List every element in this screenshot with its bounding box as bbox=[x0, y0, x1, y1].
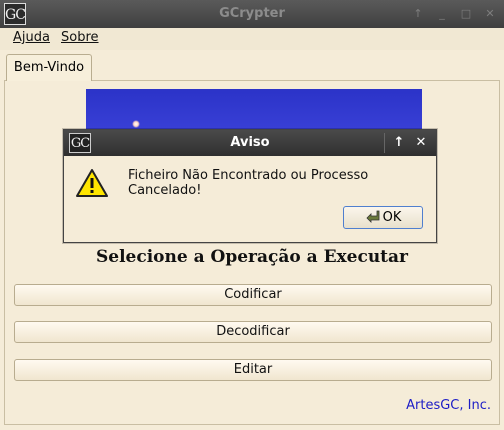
warning-dialog: GC Aviso ↑ ✕ Ficheiro Não Encontrado ou … bbox=[63, 129, 437, 243]
ok-button[interactable]: OK bbox=[343, 206, 423, 229]
dialog-keep-above-button[interactable]: ↑ bbox=[391, 134, 407, 152]
warning-icon bbox=[76, 169, 108, 197]
close-button[interactable]: ✕ bbox=[484, 6, 496, 22]
maximize-button[interactable]: □ bbox=[460, 6, 472, 22]
dialog-message: Ficheiro Não Encontrado ou Processo Canc… bbox=[128, 168, 369, 198]
menu-sobre[interactable]: Sobre bbox=[61, 30, 99, 45]
enter-arrow-icon bbox=[366, 210, 380, 223]
menu-ajuda[interactable]: Ajuda bbox=[13, 30, 50, 45]
ok-button-label: OK bbox=[382, 210, 402, 225]
editar-button[interactable]: Editar bbox=[14, 359, 492, 381]
keep-above-button[interactable]: ↑ bbox=[412, 6, 424, 22]
dialog-close-button[interactable]: ✕ bbox=[413, 134, 429, 152]
window-titlebar: GC GCrypter ↑ _ □ ✕ bbox=[0, 0, 504, 28]
dialog-title: Aviso bbox=[230, 135, 270, 150]
footer-credit: ArtesGC, Inc. bbox=[406, 398, 491, 413]
menubar: Ajuda Sobre bbox=[0, 28, 504, 50]
codificar-button[interactable]: Codificar bbox=[14, 284, 492, 306]
dialog-titlebar: GC Aviso ↑ ✕ bbox=[64, 130, 436, 156]
banner-light bbox=[132, 120, 140, 128]
minimize-button[interactable]: _ bbox=[436, 6, 448, 22]
tab-bem-vindo[interactable]: Bem-Vindo bbox=[6, 54, 92, 81]
decodificar-button[interactable]: Decodificar bbox=[14, 321, 492, 343]
dialog-title-separator bbox=[384, 133, 385, 153]
window-controls: ↑ _ □ ✕ bbox=[412, 6, 496, 22]
page-heading: Selecione a Operação a Executar bbox=[95, 247, 409, 267]
